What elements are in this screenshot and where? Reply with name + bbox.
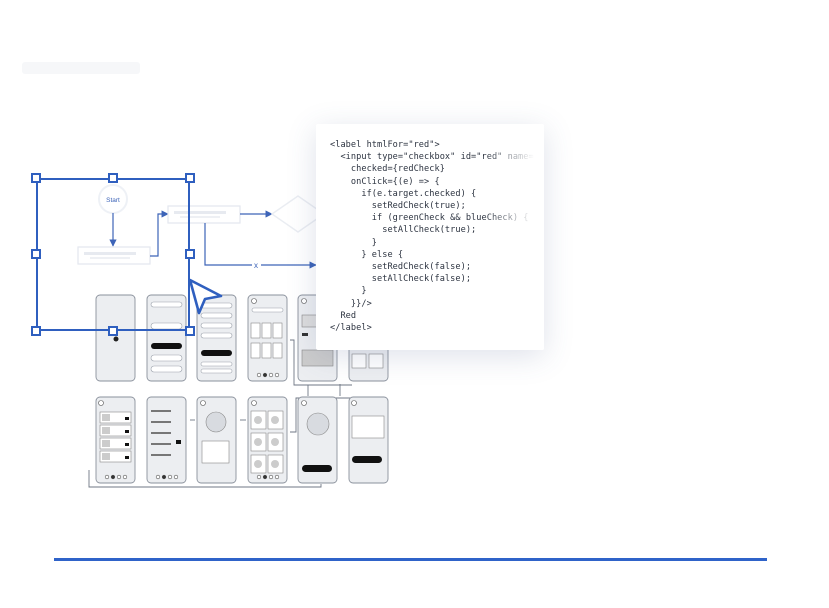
wireframe-screen[interactable] <box>95 396 136 484</box>
code-line: setAllCheck(false); <box>330 274 472 285</box>
code-line: }}/> <box>330 298 372 309</box>
selection-box[interactable] <box>36 178 190 331</box>
resize-handle-e[interactable] <box>185 249 195 259</box>
wireframe-screen[interactable] <box>196 396 237 484</box>
wireframe-screen[interactable] <box>247 396 288 484</box>
bottom-divider <box>54 558 767 561</box>
code-snippet-card: <label htmlFor="red"> <input type="check… <box>316 124 544 350</box>
arrow-pointer-icon <box>188 278 223 315</box>
wireframe-screen[interactable] <box>348 396 389 484</box>
code-line: setRedCheck(true); <box>330 201 466 211</box>
code-line: } <box>330 237 378 248</box>
code-line: Red <box>330 310 357 321</box>
resize-handle-w[interactable] <box>31 249 41 259</box>
code-line: </label> <box>330 323 372 333</box>
resize-handle-ne[interactable] <box>185 173 195 183</box>
code-line: } else { <box>330 249 404 260</box>
code-line: if(e.target.checked) { <box>330 188 477 199</box>
resize-handle-n[interactable] <box>108 173 118 183</box>
code-line: <label htmlFor="red"> <box>330 140 440 150</box>
resize-handle-sw[interactable] <box>31 326 41 336</box>
code-line: setAllCheck(true); <box>330 225 477 236</box>
code-fade <box>484 124 544 350</box>
code-line: checked={redCheck} <box>330 164 445 175</box>
code-line: setRedCheck(false); <box>330 262 472 272</box>
wireframe-canvas[interactable]: Start x <label htmlFor="red"> <input typ… <box>0 0 829 608</box>
resize-handle-nw[interactable] <box>31 173 41 183</box>
resize-handle-s[interactable] <box>108 326 118 336</box>
wireframe-screen[interactable] <box>297 396 338 484</box>
resize-handle-se[interactable] <box>185 326 195 336</box>
code-line: onClick={(e) => { <box>330 176 440 187</box>
branch-label: x <box>254 261 258 270</box>
connector-branch <box>204 223 252 266</box>
wireframe-screen[interactable] <box>247 294 288 382</box>
wireframe-screen[interactable] <box>146 396 187 484</box>
code-line: } <box>330 286 367 297</box>
